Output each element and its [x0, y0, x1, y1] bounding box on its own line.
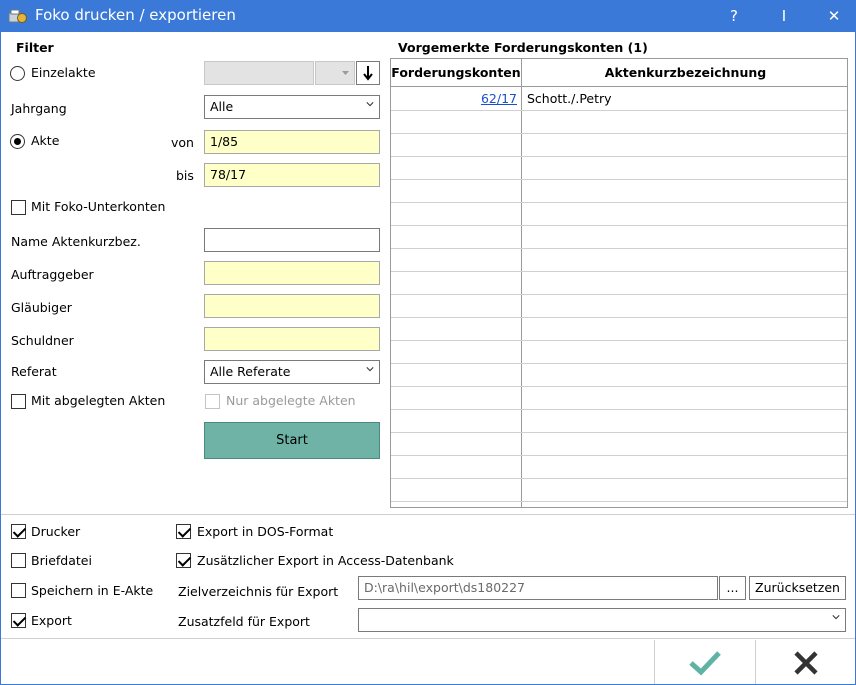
- grid-row-line: [391, 363, 847, 364]
- glaeubiger-label: Gläubiger: [11, 300, 72, 315]
- speichern-e-akte-checkbox[interactable]: [11, 583, 26, 598]
- schuldner-label: Schuldner: [11, 333, 74, 348]
- nur-abgelegte-checkbox[interactable]: [205, 394, 220, 409]
- briefdatei-label: Briefdatei: [31, 553, 92, 568]
- table-row-konto[interactable]: 62/17: [481, 91, 517, 106]
- jahrgang-value: Alle: [210, 99, 234, 114]
- einzelakte-label: Einzelakte: [31, 65, 96, 80]
- help-button[interactable]: ?: [722, 5, 746, 27]
- referat-label: Referat: [11, 364, 57, 379]
- akte-radio[interactable]: [10, 134, 25, 149]
- name-aktenkurzbez-label: Name Aktenkurzbez.: [11, 234, 141, 249]
- referat-select[interactable]: Alle Referate: [204, 360, 380, 384]
- grid-row-line: [391, 248, 847, 249]
- app-icon: [8, 9, 27, 23]
- drucker-label: Drucker: [31, 524, 81, 539]
- export-label: Export: [31, 613, 72, 628]
- title-bar: Foko drucken / exportieren ? I ✕: [0, 0, 856, 32]
- export-checkbox[interactable]: [11, 613, 26, 628]
- cancel-button[interactable]: [755, 640, 855, 684]
- dos-format-label: Export in DOS-Format: [197, 524, 334, 539]
- col-header-forderungskonten[interactable]: Forderungskonten: [391, 59, 521, 87]
- section-divider: [1, 514, 855, 515]
- grid-row-line: [391, 317, 847, 318]
- col-header-aktenkurzbezeichnung[interactable]: Aktenkurzbezeichnung: [522, 59, 847, 87]
- grid-row-line: [391, 271, 847, 272]
- grid-row-line: [391, 432, 847, 433]
- ok-button[interactable]: [654, 640, 754, 684]
- grid-row-line: [391, 110, 847, 111]
- grid-heading: Vorgemerkte Forderungskonten (1): [398, 40, 648, 55]
- einzelakte-dropdown: [315, 61, 355, 85]
- forderungskonten-grid: Forderungskonten Aktenkurzbezeichnung 62…: [390, 58, 848, 508]
- zusatzfeld-label: Zusatzfeld für Export: [178, 614, 310, 629]
- grid-row-line: [391, 179, 847, 180]
- mit-foko-checkbox[interactable]: [11, 200, 26, 215]
- close-button[interactable]: ✕: [822, 5, 846, 27]
- grid-column-divider: [521, 59, 522, 507]
- chevron-down-icon: [832, 615, 840, 620]
- grid-row-line: [391, 409, 847, 410]
- grid-row-line: [391, 133, 847, 134]
- mit-abgelegten-checkbox[interactable]: [11, 394, 26, 409]
- filter-heading: Filter: [16, 40, 54, 55]
- einzelakte-radio[interactable]: [10, 66, 25, 81]
- referat-value: Alle Referate: [210, 364, 291, 379]
- speichern-e-akte-label: Speichern in E-Akte: [31, 583, 154, 598]
- browse-button[interactable]: ...: [719, 576, 746, 600]
- grid-row-line: [391, 478, 847, 479]
- grid-row-line: [391, 340, 847, 341]
- access-export-checkbox[interactable]: [176, 553, 191, 568]
- grid-row-line: [391, 455, 847, 456]
- drucker-checkbox[interactable]: [11, 524, 26, 539]
- von-label: von: [171, 135, 194, 150]
- glaeubiger-input[interactable]: [204, 294, 380, 318]
- checkmark-icon: [689, 651, 721, 676]
- grid-row-line: [391, 294, 847, 295]
- auftraggeber-label: Auftraggeber: [11, 267, 94, 282]
- grid-row-line: [391, 225, 847, 226]
- x-icon: [794, 651, 818, 675]
- zusatzfeld-select[interactable]: [358, 608, 846, 632]
- table-row-bezeichnung[interactable]: Schott./.Petry: [527, 91, 612, 106]
- bis-input[interactable]: 78/17: [204, 163, 380, 187]
- mit-foko-label: Mit Foko-Unterkonten: [31, 199, 166, 214]
- access-export-label: Zusätzlicher Export in Access-Datenbank: [197, 553, 454, 568]
- bis-label: bis: [176, 168, 194, 183]
- grid-row-line: [391, 202, 847, 203]
- name-aktenkurzbez-input[interactable]: [204, 228, 380, 252]
- footer-divider: [1, 638, 855, 639]
- chevron-down-icon: [366, 102, 374, 107]
- schuldner-input[interactable]: [204, 327, 380, 351]
- briefdatei-checkbox[interactable]: [11, 553, 26, 568]
- einzelakte-pick-button[interactable]: [356, 61, 380, 85]
- grid-row-line: [391, 386, 847, 387]
- info-button[interactable]: I: [772, 5, 796, 27]
- zielverzeichnis-input[interactable]: D:\ra\hil\export\ds180227: [358, 576, 718, 600]
- jahrgang-select[interactable]: Alle: [204, 95, 380, 119]
- chevron-down-icon: [342, 71, 349, 75]
- jahrgang-label: Jahrgang: [11, 101, 67, 116]
- reset-button[interactable]: Zurücksetzen: [749, 576, 846, 600]
- nur-abgelegte-label: Nur abgelegte Akten: [226, 393, 356, 408]
- von-input[interactable]: 1/85: [204, 130, 380, 154]
- auftraggeber-input[interactable]: [204, 261, 380, 285]
- arrow-down-icon: [363, 66, 373, 81]
- grid-row-line: [391, 156, 847, 157]
- window-title: Foko drucken / exportieren: [35, 6, 236, 24]
- grid-row-line: [391, 501, 847, 502]
- mit-abgelegten-label: Mit abgelegten Akten: [31, 393, 166, 408]
- einzelakte-input: [204, 61, 314, 85]
- dos-format-checkbox[interactable]: [176, 524, 191, 539]
- start-button[interactable]: Start: [204, 422, 380, 459]
- akte-label: Akte: [31, 133, 60, 148]
- zielverzeichnis-label: Zielverzeichnis für Export: [178, 584, 339, 599]
- chevron-down-icon: [366, 367, 374, 372]
